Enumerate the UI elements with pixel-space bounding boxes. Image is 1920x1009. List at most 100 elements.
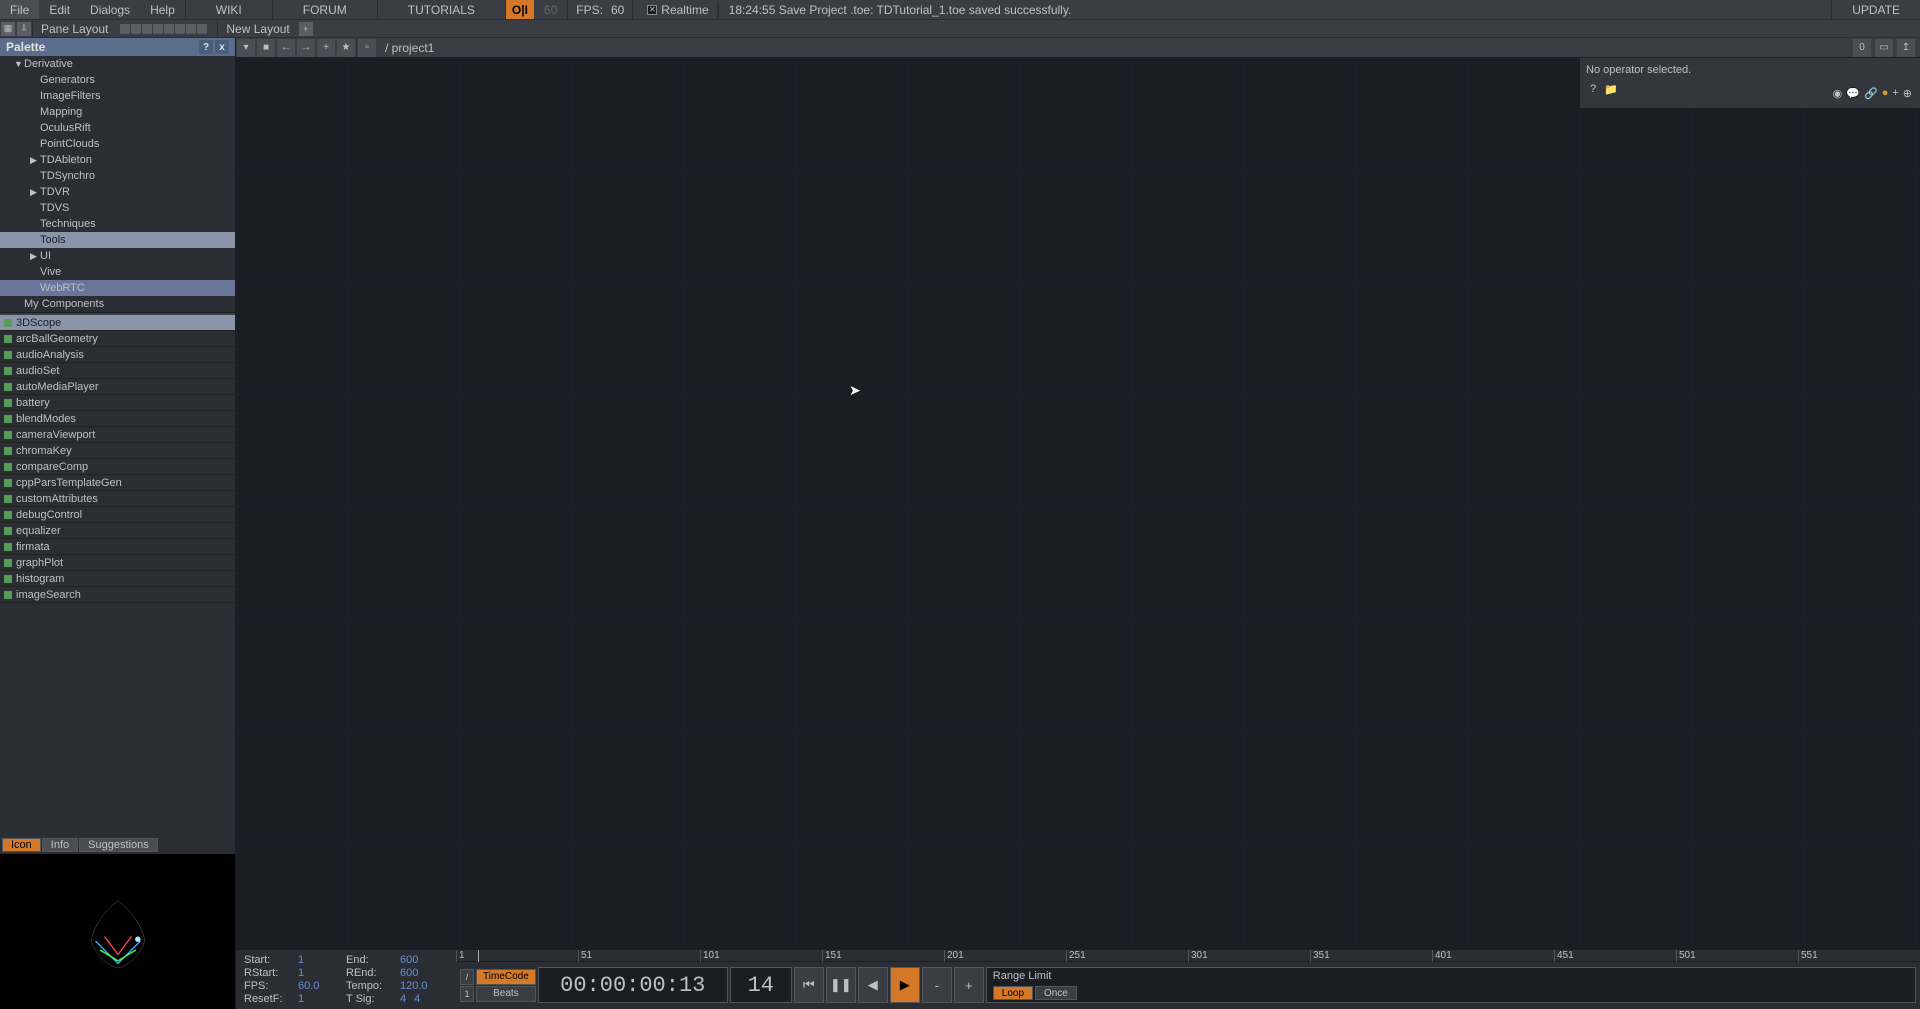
path-add-icon[interactable]: + [317, 39, 335, 57]
end-value[interactable]: 600 [400, 954, 442, 966]
component-chromaKey[interactable]: chromaKey [0, 443, 235, 459]
tsig-value-2[interactable]: 4 [414, 993, 420, 1005]
params-plus-icon[interactable]: + [1892, 87, 1898, 100]
component-cameraViewport[interactable]: cameraViewport [0, 427, 235, 443]
component-autoMediaPlayer[interactable]: autoMediaPlayer [0, 379, 235, 395]
component-imageSearch[interactable]: imageSearch [0, 587, 235, 603]
layout-save-icon[interactable]: ⇩ [17, 22, 31, 36]
tree-item-tdvr[interactable]: ▶TDVR [0, 184, 235, 200]
params-globe-icon[interactable]: ● [1882, 87, 1889, 100]
play-button[interactable]: ▶ [890, 967, 920, 1003]
slot-1[interactable]: / [460, 969, 474, 985]
minus-button[interactable]: - [922, 967, 952, 1003]
component-debugControl[interactable]: debugControl [0, 507, 235, 523]
tree-item-vive[interactable]: Vive [0, 264, 235, 280]
path-stop-icon[interactable]: ■ [257, 39, 275, 57]
menu-help[interactable]: Help [140, 0, 185, 19]
tree-item-imagefilters[interactable]: ImageFilters [0, 88, 235, 104]
tsig-value-1[interactable]: 4 [400, 993, 406, 1005]
params-link-icon[interactable]: 🔗 [1864, 87, 1878, 100]
tree-item-ui[interactable]: ▶UI [0, 248, 235, 264]
path-forward-icon[interactable]: → [297, 39, 315, 57]
layout-preset-7[interactable] [186, 24, 196, 34]
path-expand-icon[interactable]: ▭ [1875, 39, 1893, 57]
path-dropdown-icon[interactable]: ▾ [237, 39, 255, 57]
component-customAttributes[interactable]: customAttributes [0, 491, 235, 507]
slot-2[interactable]: 1 [460, 986, 474, 1002]
component-arcBallGeometry[interactable]: arcBallGeometry [0, 331, 235, 347]
path-select-icon[interactable]: ▫ [358, 39, 376, 57]
component-battery[interactable]: battery [0, 395, 235, 411]
beats-mode-button[interactable]: Beats [476, 986, 536, 1002]
tree-item-mapping[interactable]: Mapping [0, 104, 235, 120]
frame-display[interactable]: 14 [730, 967, 792, 1003]
rewind-button[interactable]: ⏮ [794, 967, 824, 1003]
tree-item-tools[interactable]: Tools [0, 232, 235, 248]
tree-item-my components[interactable]: My Components [0, 296, 235, 312]
tree-item-tdableton[interactable]: ▶TDAbleton [0, 152, 235, 168]
fps-value[interactable]: 60.0 [298, 980, 340, 992]
component-compareComp[interactable]: compareComp [0, 459, 235, 475]
tempo-value[interactable]: 120.0 [400, 980, 442, 992]
start-value[interactable]: 1 [298, 954, 340, 966]
update-button[interactable]: UPDATE [1831, 0, 1920, 19]
realtime-toggle[interactable]: ✕ Realtime [639, 3, 716, 17]
rend-value[interactable]: 600 [400, 967, 442, 979]
menu-edit[interactable]: Edit [39, 0, 80, 19]
component-histogram[interactable]: histogram [0, 571, 235, 587]
tab-suggestions[interactable]: Suggestions [79, 838, 158, 852]
timeline-ruler[interactable]: 151101151201251301351401451501551600 [456, 950, 1920, 962]
add-layout-button[interactable]: + [299, 22, 313, 36]
component-3DScope[interactable]: 3DScope [0, 315, 235, 331]
palette-help-button[interactable]: ? [199, 40, 213, 54]
tree-item-derivative[interactable]: ▼Derivative [0, 56, 235, 72]
palette-tree[interactable]: ▼DerivativeGeneratorsImageFiltersMapping… [0, 56, 235, 313]
tree-item-generators[interactable]: Generators [0, 72, 235, 88]
range-limit-area[interactable]: Range Limit Loop Once [986, 967, 1916, 1003]
link-forum[interactable]: FORUM [273, 0, 377, 19]
palette-close-button[interactable]: x [215, 40, 229, 54]
pause-button[interactable]: ❚❚ [826, 967, 856, 1003]
layout-preset-2[interactable] [131, 24, 141, 34]
path-zero[interactable]: 0 [1853, 39, 1871, 57]
component-cppParsTemplateGen[interactable]: cppParsTemplateGen [0, 475, 235, 491]
plus-button[interactable]: + [954, 967, 984, 1003]
component-equalizer[interactable]: equalizer [0, 523, 235, 539]
timecode-mode-button[interactable]: TimeCode [476, 969, 536, 985]
component-audioSet[interactable]: audioSet [0, 363, 235, 379]
tree-item-oculusrift[interactable]: OculusRift [0, 120, 235, 136]
path-star-icon[interactable]: ★ [337, 39, 355, 57]
component-audioAnalysis[interactable]: audioAnalysis [0, 347, 235, 363]
path-up-icon[interactable]: ↥ [1897, 39, 1915, 57]
playhead-marker[interactable] [478, 950, 479, 962]
resetf-value[interactable]: 1 [298, 993, 340, 1005]
tree-item-techniques[interactable]: Techniques [0, 216, 235, 232]
component-blendModes[interactable]: blendModes [0, 411, 235, 427]
tab-info[interactable]: Info [42, 838, 78, 852]
tab-icon[interactable]: Icon [2, 838, 41, 852]
params-target-icon[interactable]: ⊕ [1903, 87, 1912, 100]
step-back-button[interactable]: ◀ [858, 967, 888, 1003]
layout-preset-icon[interactable]: ▦ [1, 22, 15, 36]
timecode-display[interactable]: 00:00:00:13 [538, 967, 728, 1003]
component-graphPlot[interactable]: graphPlot [0, 555, 235, 571]
tree-item-webrtc[interactable]: WebRTC [0, 280, 235, 296]
layout-preset-6[interactable] [175, 24, 185, 34]
layout-preset-8[interactable] [197, 24, 207, 34]
params-folder-icon[interactable]: 📁 [1604, 82, 1618, 96]
link-wiki[interactable]: WIKI [186, 0, 272, 19]
link-tutorials[interactable]: TUTORIALS [378, 0, 505, 19]
oii-button[interactable]: O|I [506, 0, 534, 19]
tree-item-tdsynchro[interactable]: TDSynchro [0, 168, 235, 184]
params-tag-icon[interactable]: ◉ [1833, 87, 1843, 100]
once-button[interactable]: Once [1035, 986, 1077, 1000]
tree-item-tdvs[interactable]: TDVS [0, 200, 235, 216]
tree-item-pointclouds[interactable]: PointClouds [0, 136, 235, 152]
network-path[interactable]: / project1 [377, 41, 442, 55]
rstart-value[interactable]: 1 [298, 967, 340, 979]
menu-file[interactable]: File [0, 0, 39, 19]
path-back-icon[interactable]: ← [277, 39, 295, 57]
layout-preset-5[interactable] [164, 24, 174, 34]
loop-button[interactable]: Loop [993, 986, 1033, 1000]
component-firmata[interactable]: firmata [0, 539, 235, 555]
